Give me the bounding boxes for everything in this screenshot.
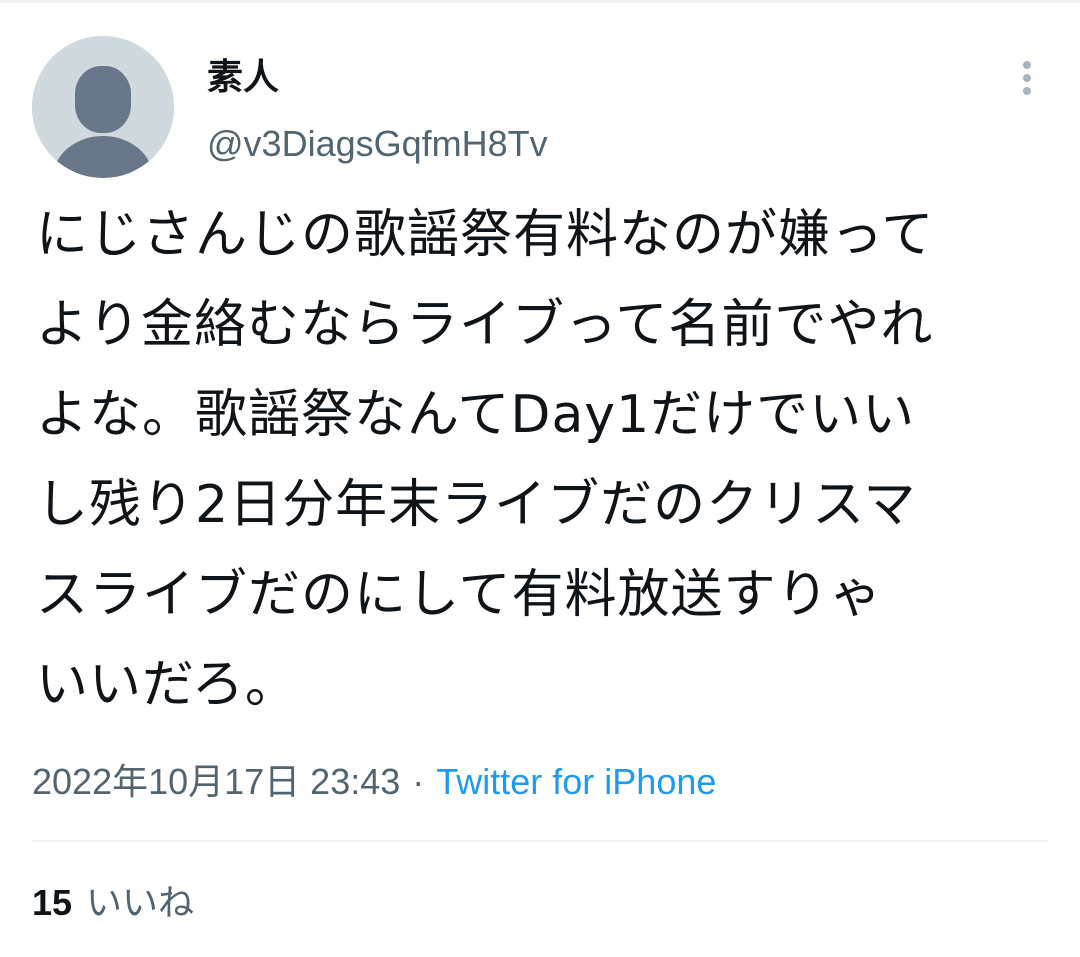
- more-options-button[interactable]: [1008, 58, 1046, 98]
- tweet-timestamp[interactable]: 2022年10月17日 23:43: [32, 761, 400, 802]
- tweet-text-line: いいだろ。: [36, 655, 298, 715]
- more-vertical-icon: [1023, 61, 1031, 95]
- tweet-meta: 2022年10月17日 23:43 · Twitter for iPhone: [32, 756, 716, 808]
- tweet-text-line: スライブだのにして有料放送すりゃ: [36, 565, 883, 625]
- likes-count: 15: [32, 882, 73, 923]
- tweet-text-line: にじさんじの歌謡祭有料なのが嫌って: [36, 205, 935, 265]
- likes-stat[interactable]: 15 いいね: [32, 878, 194, 929]
- likes-label: いいね: [86, 883, 195, 924]
- tweet-text-line: よな。歌謡祭なんてDay1だけでいい: [36, 385, 916, 445]
- meta-separator: ·: [412, 761, 425, 802]
- tweet-text: にじさんじの歌謡祭有料なのが嫌って より金絡むならライブって名前でやれ よな。歌…: [36, 190, 1056, 730]
- top-divider: [0, 0, 1080, 3]
- stats-divider: [32, 840, 1048, 842]
- avatar[interactable]: [32, 36, 174, 178]
- tweet-source-link[interactable]: Twitter for iPhone: [436, 761, 716, 802]
- default-avatar-icon: [32, 36, 174, 178]
- author-display-name[interactable]: 素人: [207, 54, 279, 102]
- author-handle[interactable]: @v3DiagsGqfmH8Tv: [207, 120, 548, 168]
- tweet-text-line: し残り2日分年末ライブだのクリスマ: [36, 475, 917, 535]
- tweet-text-line: より金絡むならライブって名前でやれ: [36, 295, 934, 355]
